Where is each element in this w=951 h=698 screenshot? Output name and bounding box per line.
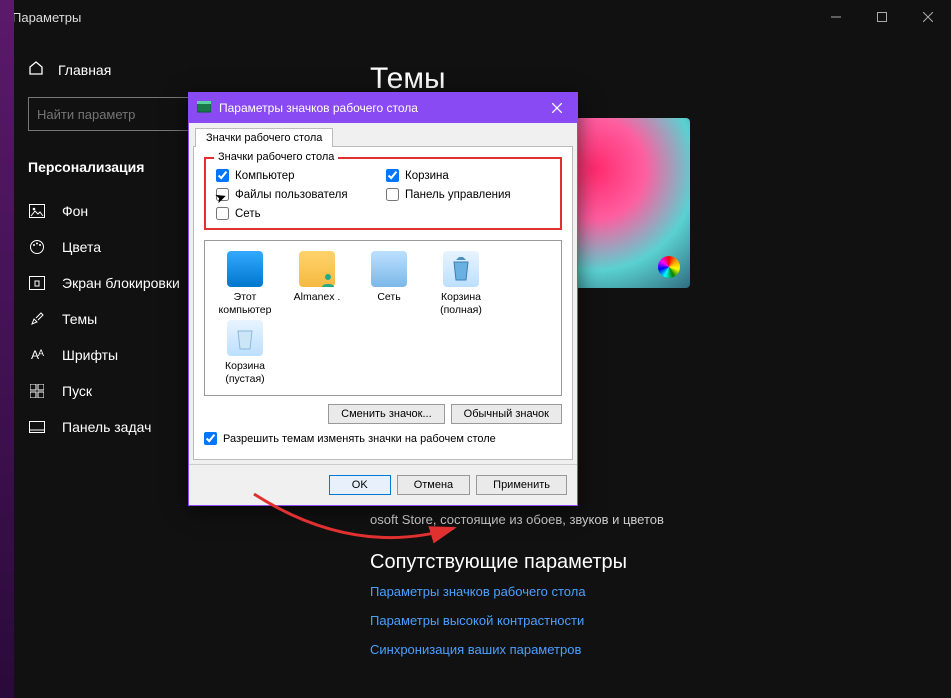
tab-page: Значки рабочего стола ➤ Компьютер Корзин…: [193, 146, 573, 460]
grid-item-bin-empty[interactable]: Корзина (пустая): [211, 320, 279, 385]
lockscreen-icon: [28, 276, 46, 290]
allow-themes-input[interactable]: [204, 432, 217, 445]
grid-label: Сеть: [377, 291, 400, 303]
sidebar-item-label: Темы: [62, 311, 97, 327]
recyclebin-empty-icon: [227, 320, 263, 356]
grid-item-bin-full[interactable]: Корзина (полная): [427, 251, 495, 316]
dialog-icon: [197, 101, 211, 116]
custom-text: osoft Store, состоящие из обоев, звуков …: [370, 512, 911, 527]
wallpaper-edge: [0, 0, 14, 698]
link-desktop-icons[interactable]: Параметры значков рабочего стола: [370, 584, 911, 599]
icon-button-row: Сменить значок... Обычный значок: [204, 404, 562, 424]
checkbox-recycle[interactable]: Корзина: [386, 169, 526, 182]
grid-label: Корзина (полная): [440, 291, 482, 316]
palette-icon: [28, 239, 46, 255]
related-heading: Сопутствующие параметры: [370, 551, 911, 574]
fieldset-legend: Значки рабочего стола: [214, 151, 338, 163]
color-wheel-icon: [658, 256, 680, 278]
checkbox-computer-input[interactable]: [216, 169, 229, 182]
window-title: Параметры: [12, 10, 81, 25]
checkbox-userfiles[interactable]: Файлы пользователя: [216, 188, 356, 201]
default-icon-button[interactable]: Обычный значок: [451, 404, 562, 424]
tab-strip: Значки рабочего стола: [189, 123, 577, 146]
checkbox-controlpanel[interactable]: Панель управления: [386, 188, 526, 201]
cancel-button[interactable]: Отмена: [397, 475, 470, 495]
related-links: Параметры значков рабочего стола Парамет…: [370, 584, 911, 657]
titlebar: Параметры: [0, 0, 951, 34]
tab-desktop-icons[interactable]: Значки рабочего стола: [195, 128, 333, 147]
checkbox-label: Корзина: [405, 170, 449, 182]
page-title: Темы: [370, 62, 911, 96]
grid-label: Корзина (пустая): [225, 360, 265, 385]
checkbox-network[interactable]: Сеть: [216, 207, 356, 220]
grid-label: Almanex .: [294, 291, 341, 303]
icons-fieldset: Значки рабочего стола ➤ Компьютер Корзин…: [204, 157, 562, 230]
checkbox-label: Сеть: [235, 208, 261, 220]
dialog-titlebar[interactable]: Параметры значков рабочего стола: [189, 93, 577, 123]
user-folder-icon: [299, 251, 335, 287]
network-icon: [371, 251, 407, 287]
minimize-button[interactable]: [813, 0, 859, 34]
sidebar-item-label: Фон: [62, 203, 88, 219]
picture-icon: [28, 204, 46, 218]
link-high-contrast[interactable]: Параметры высокой контрастности: [370, 613, 911, 628]
sidebar-item-label: Шрифты: [62, 347, 118, 363]
dialog-footer: OK Отмена Применить: [189, 464, 577, 505]
brush-icon: [28, 311, 46, 327]
sidebar-item-label: Цвета: [62, 239, 101, 255]
change-icon-button[interactable]: Сменить значок...: [328, 404, 445, 424]
start-icon: [28, 384, 46, 398]
checkbox-recycle-input[interactable]: [386, 169, 399, 182]
checkbox-label: Компьютер: [235, 170, 295, 182]
grid-item-network[interactable]: Сеть: [355, 251, 423, 316]
checkbox-computer[interactable]: Компьютер: [216, 169, 356, 182]
checkbox-label: Панель управления: [405, 189, 511, 201]
dialog-title: Параметры значков рабочего стола: [219, 101, 418, 115]
fonts-icon: AA: [28, 348, 46, 362]
grid-item-user[interactable]: Almanex .: [283, 251, 351, 316]
grid-label: Этот компьютер: [219, 291, 272, 316]
desktop-icons-dialog: Параметры значков рабочего стола Значки …: [188, 92, 578, 506]
maximize-button[interactable]: [859, 0, 905, 34]
monitor-icon: [227, 251, 263, 287]
home-icon: [28, 60, 44, 79]
apply-button[interactable]: Применить: [476, 475, 567, 495]
home-label: Главная: [58, 62, 111, 78]
recyclebin-full-icon: [443, 251, 479, 287]
checkbox-controlpanel-input[interactable]: [386, 188, 399, 201]
sidebar-item-label: Экран блокировки: [62, 275, 180, 291]
link-sync[interactable]: Синхронизация ваших параметров: [370, 642, 911, 657]
ok-button[interactable]: OK: [329, 475, 391, 495]
icon-grid[interactable]: Этот компьютер Almanex . Сеть Корзина (п…: [204, 240, 562, 396]
taskbar-icon: [28, 421, 46, 433]
allow-themes-label: Разрешить темам изменять значки на рабоч…: [223, 433, 496, 445]
checkbox-network-input[interactable]: [216, 207, 229, 220]
allow-themes-checkbox[interactable]: Разрешить темам изменять значки на рабоч…: [204, 432, 562, 445]
close-button[interactable]: [905, 0, 951, 34]
home-link[interactable]: Главная: [0, 54, 330, 97]
grid-item-computer[interactable]: Этот компьютер: [211, 251, 279, 316]
sidebar-item-label: Панель задач: [62, 419, 151, 435]
checkbox-label: Файлы пользователя: [235, 189, 348, 201]
window-controls: [813, 0, 951, 34]
dialog-close-button[interactable]: [543, 97, 571, 119]
sidebar-item-label: Пуск: [62, 383, 92, 399]
